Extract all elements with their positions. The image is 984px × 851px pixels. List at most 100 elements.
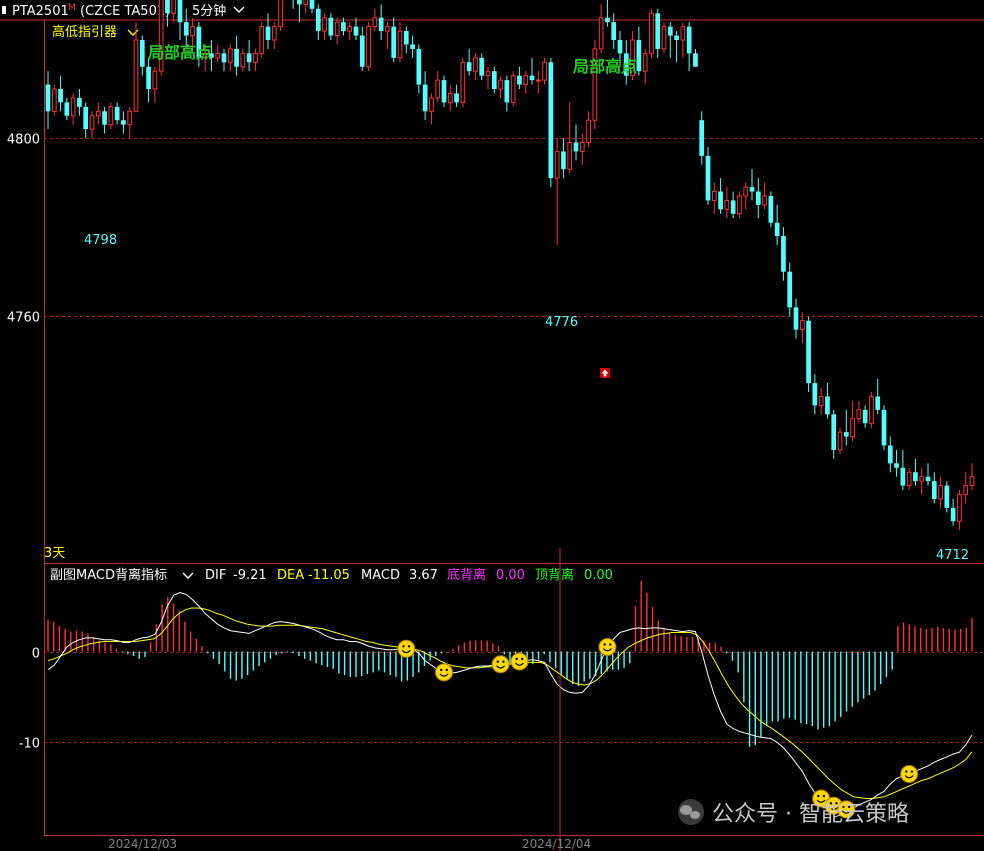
candle-body [674,35,679,40]
candle [542,57,547,85]
symbol-header[interactable]: PTA2501 M (CZCE TA501) 5分钟 [2,3,245,19]
candle-body [246,53,252,63]
symbol-name: PTA2501 [12,4,69,19]
chevron-down-icon[interactable] [182,572,194,579]
candle-body [171,0,177,14]
candle [108,102,114,130]
candle-body [102,111,107,125]
candle-body [875,396,881,410]
candle-body [900,467,906,486]
candle [931,472,937,504]
candle-body [636,40,642,72]
candle [309,0,315,14]
candle [259,22,265,58]
candle [649,8,654,58]
dif-label: DIF [205,568,226,583]
candle [787,262,793,317]
watermark-text: 公众号 · 智能云策略 [712,802,909,827]
y-tick-label: 4800 [7,133,40,148]
candle [253,48,258,72]
candle [755,178,761,219]
candle [831,409,837,459]
candle-body [498,79,503,90]
candle-body [152,70,158,90]
candle-body [473,57,478,72]
candle-body [655,13,661,49]
candle-body [862,409,868,424]
candle [875,378,881,415]
candle [548,57,554,188]
candle-body [309,0,315,9]
candle-body [711,191,717,201]
candle-body [89,115,95,130]
candle [667,22,673,58]
candle [391,17,397,63]
macd-indicator-name[interactable]: 副图MACD背离指标 [50,567,167,583]
candle [963,472,969,504]
candle [334,17,340,45]
macd-value: 3.67 [409,568,438,583]
candle [378,4,384,40]
candle [900,449,906,491]
candle-body [579,141,585,152]
candle [774,204,780,245]
candle-body [429,97,434,112]
candle [806,316,811,393]
smiley-icon [435,663,453,682]
candle [227,44,233,72]
macd-legend: 副图MACD背离指标 DIF -9.21 DEA -11.05 MACD 3.6… [50,567,613,583]
candle-body [227,48,233,63]
candle-body [517,75,522,85]
candle-body [806,320,811,384]
candle [240,48,246,72]
peak-label: 局部高点 [148,43,212,62]
chevron-down-icon[interactable] [233,6,245,14]
candle-body [705,155,711,201]
candle-body [567,141,573,170]
candle [479,53,485,81]
candle [938,476,943,508]
candle [523,71,529,94]
candle-body [447,92,453,103]
candle [636,26,642,76]
candle [693,48,698,67]
candle [152,66,158,103]
main-indicator-selector[interactable]: 高低指引器 [52,24,139,40]
candle [894,449,899,477]
candle-body [378,17,384,32]
candle [265,13,271,49]
candle-body [341,22,346,32]
candle-body [649,12,654,54]
candle-body [297,0,302,5]
dea-line [47,607,973,799]
candle [913,458,918,486]
candle-body [328,17,334,36]
candle [485,66,491,90]
period-selector[interactable]: 5分钟 [192,3,226,19]
smiley-icon [491,655,510,674]
macd-label: MACD [361,568,400,583]
candle [812,374,818,415]
watermark: 公众号 · 智能云策略 [678,799,909,827]
x-axis: 2024/12/03 2024/12/04 [108,548,591,851]
candle-body [693,53,698,67]
candle [70,93,76,125]
candle [403,26,409,54]
candle [359,26,365,72]
candle-body [919,476,925,482]
candle [397,22,403,63]
candle-body [931,481,937,499]
candle-body [146,66,151,90]
candle-body [831,414,837,450]
candle [944,481,950,513]
x-tick-label: 2024/12/04 [522,837,591,851]
candle [843,409,849,446]
candle [366,22,371,72]
candle [447,84,453,112]
candle-body [77,97,82,107]
candle [429,93,434,125]
candle [554,138,560,245]
top-div-value: 0.00 [584,568,613,583]
candle-body [133,39,139,112]
bottom-div-value: 0.00 [496,568,525,583]
